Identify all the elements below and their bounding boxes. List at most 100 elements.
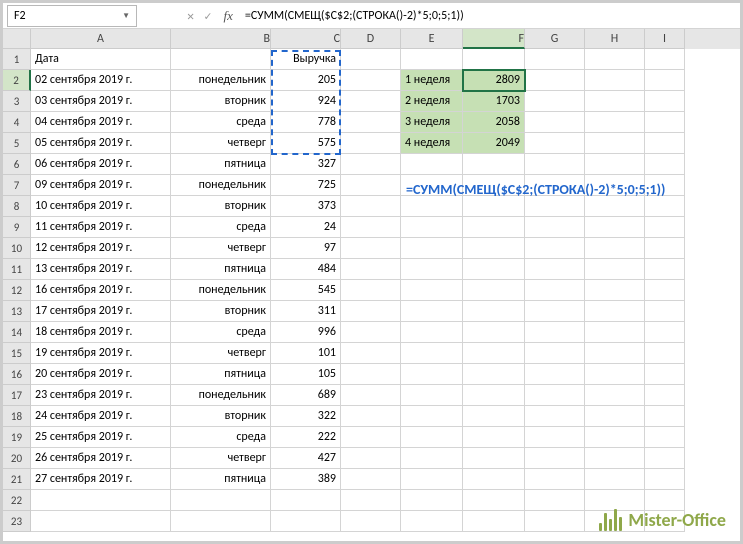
cell-G13[interactable] [525,301,585,322]
col-header-C[interactable]: C [271,29,341,49]
cell-D12[interactable] [341,280,401,301]
cell-I11[interactable] [645,259,685,280]
cell-F5[interactable]: 2049 [463,133,525,154]
cell-F16[interactable] [463,364,525,385]
cell-A7[interactable]: 09 сентября 2019 г. [31,175,171,196]
cell-F19[interactable] [463,427,525,448]
cell-I10[interactable] [645,238,685,259]
cell-G9[interactable] [525,217,585,238]
cell-C23[interactable] [271,511,341,532]
row-header-5[interactable]: 5 [3,133,31,154]
cell-C14[interactable]: 996 [271,322,341,343]
cell-F20[interactable] [463,448,525,469]
row-header-20[interactable]: 20 [3,448,31,469]
cell-A14[interactable]: 18 сентября 2019 г. [31,322,171,343]
col-header-G[interactable]: G [525,29,585,49]
col-header-E[interactable]: E [401,29,463,49]
cell-D20[interactable] [341,448,401,469]
row-header-12[interactable]: 12 [3,280,31,301]
cell-C19[interactable]: 222 [271,427,341,448]
cell-F22[interactable] [463,490,525,511]
cell-G14[interactable] [525,322,585,343]
cell-C11[interactable]: 484 [271,259,341,280]
cell-E1[interactable] [401,49,463,70]
cell-G6[interactable] [525,154,585,175]
cell-I20[interactable] [645,448,685,469]
cell-A20[interactable]: 26 сентября 2019 г. [31,448,171,469]
cell-D17[interactable] [341,385,401,406]
cell-I3[interactable] [645,91,685,112]
cell-F9[interactable] [463,217,525,238]
cell-B10[interactable]: четверг [171,238,271,259]
cell-B8[interactable]: вторник [171,196,271,217]
cell-D9[interactable] [341,217,401,238]
cell-B7[interactable]: понедельник [171,175,271,196]
cell-I8[interactable] [645,196,685,217]
cell-B2[interactable]: понедельник [171,70,271,91]
name-box[interactable]: F2 ▼ [7,5,137,27]
row-header-6[interactable]: 6 [3,154,31,175]
cell-H20[interactable] [585,448,645,469]
cell-I17[interactable] [645,385,685,406]
cell-I9[interactable] [645,217,685,238]
cell-A16[interactable]: 20 сентября 2019 г. [31,364,171,385]
cell-H6[interactable] [585,154,645,175]
cell-A11[interactable]: 13 сентября 2019 г. [31,259,171,280]
cell-E2[interactable]: 1 неделя [401,70,463,91]
cell-D4[interactable] [341,112,401,133]
row-header-22[interactable]: 22 [3,490,31,511]
cell-H10[interactable] [585,238,645,259]
cell-B22[interactable] [171,490,271,511]
cell-C17[interactable]: 689 [271,385,341,406]
cell-E13[interactable] [401,301,463,322]
cell-C13[interactable]: 311 [271,301,341,322]
cell-A2[interactable]: 02 сентября 2019 г. [31,70,171,91]
cell-D23[interactable] [341,511,401,532]
cell-B14[interactable]: среда [171,322,271,343]
cell-B20[interactable]: четверг [171,448,271,469]
cell-G8[interactable] [525,196,585,217]
cell-A13[interactable]: 17 сентября 2019 г. [31,301,171,322]
row-header-16[interactable]: 16 [3,364,31,385]
cell-H21[interactable] [585,469,645,490]
cell-D8[interactable] [341,196,401,217]
cell-F1[interactable] [463,49,525,70]
cell-I6[interactable] [645,154,685,175]
cell-C7[interactable]: 725 [271,175,341,196]
col-header-F[interactable]: F [463,29,525,49]
cell-C2[interactable]: 205 [271,70,341,91]
cell-A10[interactable]: 12 сентября 2019 г. [31,238,171,259]
cell-I21[interactable] [645,469,685,490]
cell-H11[interactable] [585,259,645,280]
cell-H16[interactable] [585,364,645,385]
row-header-17[interactable]: 17 [3,385,31,406]
cell-E3[interactable]: 2 неделя [401,91,463,112]
cell-A18[interactable]: 24 сентября 2019 г. [31,406,171,427]
cell-G10[interactable] [525,238,585,259]
cell-F21[interactable] [463,469,525,490]
cell-B12[interactable]: понедельник [171,280,271,301]
cell-F8[interactable] [463,196,525,217]
cell-D7[interactable] [341,175,401,196]
cell-H3[interactable] [585,91,645,112]
cell-B21[interactable]: пятница [171,469,271,490]
cell-H18[interactable] [585,406,645,427]
cell-D2[interactable] [341,70,401,91]
col-header-H[interactable]: H [585,29,645,49]
row-header-13[interactable]: 13 [3,301,31,322]
cell-B19[interactable]: среда [171,427,271,448]
cell-E8[interactable] [401,196,463,217]
cell-E6[interactable] [401,154,463,175]
cell-D21[interactable] [341,469,401,490]
cell-I4[interactable] [645,112,685,133]
col-header-A[interactable]: A [31,29,171,49]
cell-A1[interactable]: Дата [31,49,171,70]
cell-C10[interactable]: 97 [271,238,341,259]
cell-A8[interactable]: 10 сентября 2019 г. [31,196,171,217]
cell-A21[interactable]: 27 сентября 2019 г. [31,469,171,490]
cell-D15[interactable] [341,343,401,364]
cell-F6[interactable] [463,154,525,175]
cell-A19[interactable]: 25 сентября 2019 г. [31,427,171,448]
cell-A22[interactable] [31,490,171,511]
enter-icon[interactable]: ✓ [204,9,211,23]
